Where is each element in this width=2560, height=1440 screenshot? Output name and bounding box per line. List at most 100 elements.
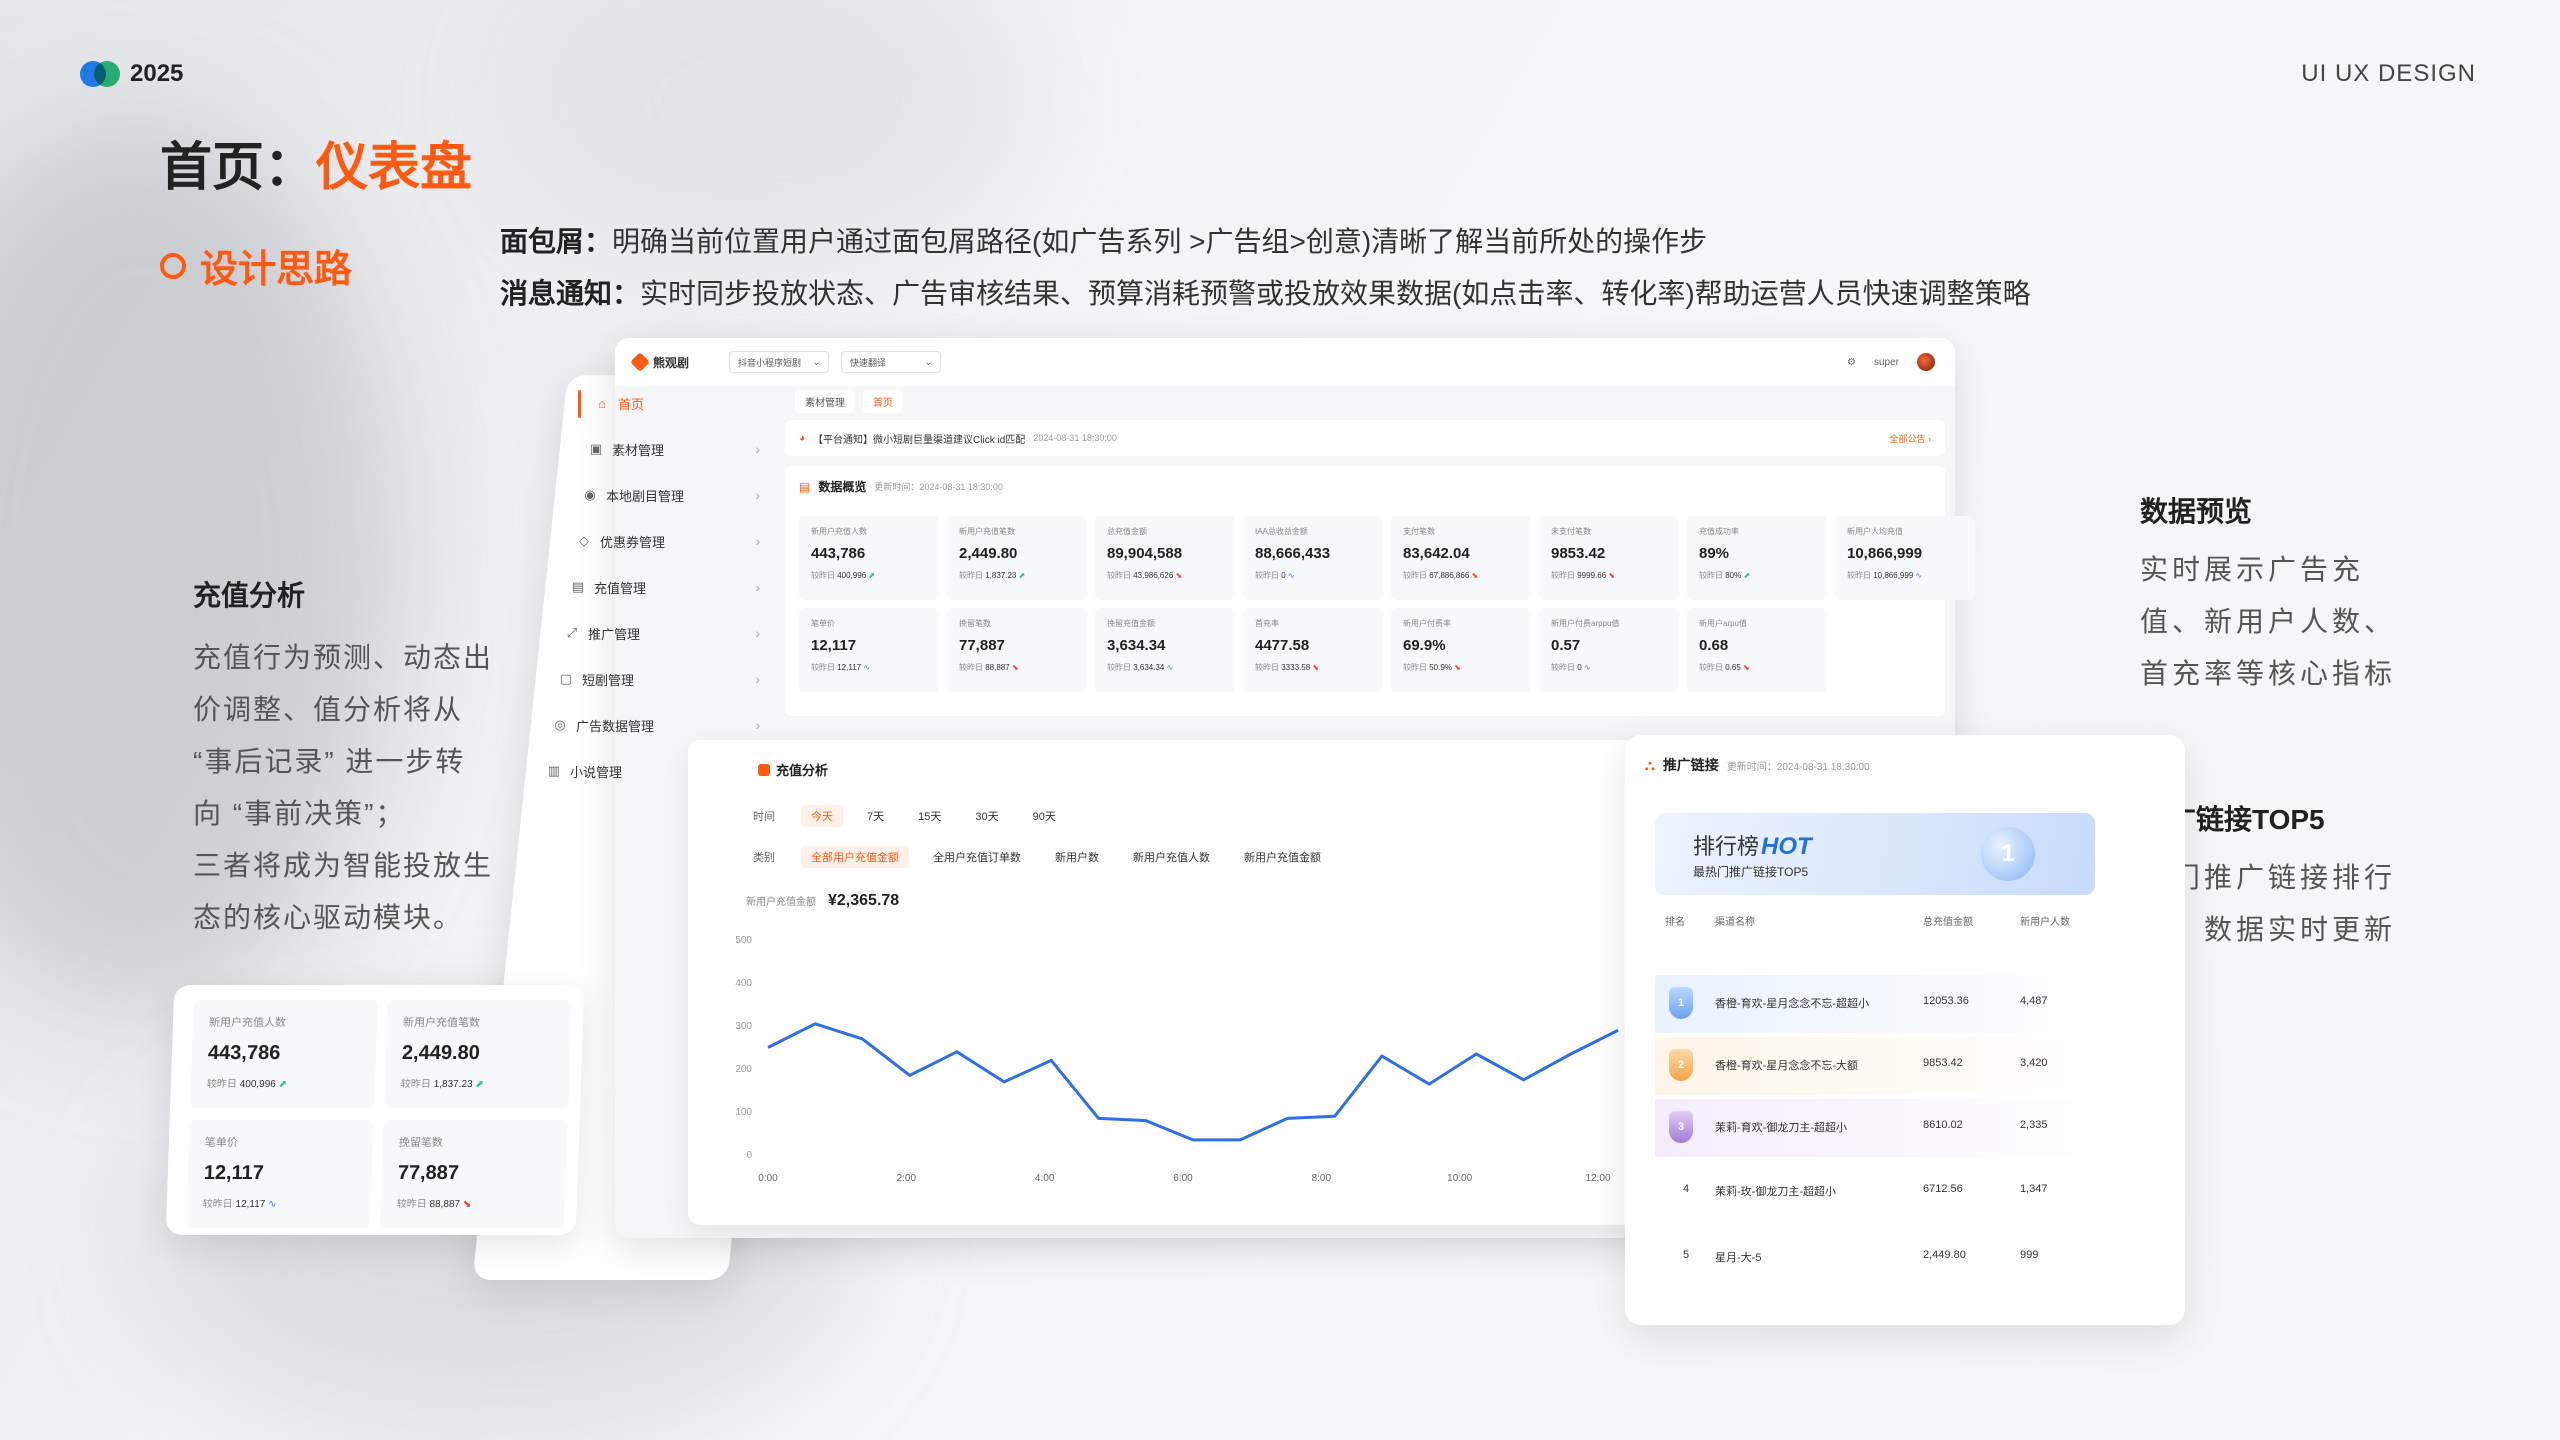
app-select[interactable]: 抖音小程序短剧 ⌄: [729, 351, 830, 373]
notice-time: 2024-08-31 18:30:00: [1033, 433, 1117, 443]
type-option[interactable]: 新用户数: [1045, 846, 1109, 868]
type-option[interactable]: 新用户充值人数: [1123, 846, 1220, 868]
chart-icon: [758, 763, 770, 776]
kpi-compare: 较昨日 88,887 ⬊: [959, 663, 1019, 672]
all-notices-link[interactable]: 全部公告 ›: [1890, 432, 1932, 445]
tab-materials[interactable]: 素材管理: [795, 390, 855, 413]
kpi-card: 总充值金额 89,904,588 较昨日 43,986,626 ⬊: [1095, 516, 1235, 600]
kpi-value: 4477.58: [1255, 637, 1310, 654]
kpi-compare: 较昨日 12,117 ∿: [202, 1199, 277, 1210]
kpi-value: 0.57: [1551, 637, 1581, 654]
kpi-compare: 较昨日 400,996 ⬈: [811, 571, 876, 580]
time-option[interactable]: 90天: [1023, 805, 1066, 827]
app-logo[interactable]: 熊观剧: [630, 352, 689, 372]
sidebar-item-label: 素材管理: [612, 442, 665, 458]
trend-down-icon: ⬊: [1175, 571, 1183, 580]
brand: 2025: [80, 60, 183, 88]
time-option[interactable]: 30天: [965, 805, 1008, 827]
notice-bar[interactable]: ◕ 【平台通知】微小短剧巨量渠道建议Click id匹配 2024-08-31 …: [785, 420, 1945, 456]
chevron-down-icon: ⌄: [924, 356, 933, 367]
sidebar-item[interactable]: ⤢ 推广管理 ›: [540, 610, 780, 656]
sidebar-item[interactable]: ▣ 素材管理 ›: [564, 426, 780, 472]
sidebar-item[interactable]: ◉ 本地剧目管理 ›: [558, 472, 780, 518]
trend-flat-icon: ∿: [863, 663, 871, 672]
tab-bar: 素材管理 首页: [795, 390, 903, 413]
kpi-card: 首充率 4477.58 较昨日 3333.58 ⬊: [1243, 608, 1383, 692]
rank-row[interactable]: 2 香橙-育欢-星月念念不忘-大额 9853.42 3,420: [1655, 1037, 2105, 1095]
mini-kpi-card: 新用户充值人数 443,786 较昨日 400,996 ⬈ 新用户充值笔数 2,449.…: [165, 985, 585, 1235]
kpi-compare: 较昨日 3333.58 ⬊: [1255, 663, 1320, 672]
settings-icon[interactable]: ⚙: [1847, 357, 1856, 368]
overview-icon: ▤: [799, 479, 811, 494]
rank-number: 4: [1682, 1183, 1690, 1195]
kpi-compare: 较昨日 0 ∿: [1255, 571, 1295, 580]
new-users: 999: [2020, 1249, 2039, 1261]
kpi-card: 支付笔数 83,642.04 较昨日 67,886,866 ⬊: [1391, 516, 1531, 600]
chevron-right-icon: ›: [755, 487, 760, 503]
kpi-value: 89%: [1699, 545, 1730, 562]
data-overview: ▤ 数据概览 更新时间：2024-08-31 18:30:00 新用户充值人数 443…: [785, 466, 1975, 716]
kpi-label: 总充值金额: [1107, 527, 1147, 536]
chevron-right-icon: ›: [755, 579, 760, 595]
total-amount: 2,449.80: [1923, 1249, 1966, 1261]
trend-down-icon: ⬊: [1011, 663, 1019, 672]
type-option[interactable]: 全用户充值订单数: [923, 846, 1031, 868]
kpi-value: 0.68: [1699, 637, 1729, 654]
sidebar-item-label: 首页: [618, 396, 645, 412]
y-tick-label: 400: [735, 978, 752, 989]
brand-year: 2025: [130, 60, 184, 87]
kpi-label: 笔单价: [811, 619, 835, 628]
time-option[interactable]: 今天: [801, 805, 843, 827]
new-users: 1,347: [2020, 1183, 2048, 1195]
sidebar-item[interactable]: ▢ 短剧管理 ›: [534, 656, 780, 702]
kpi-card: 未支付笔数 9853.42 较昨日 9999.66 ⬊: [1539, 516, 1679, 600]
kpi-label: 充值成功率: [1699, 527, 1739, 536]
kpi-label: 未支付笔数: [1551, 527, 1591, 536]
sidebar-item-label: 短剧管理: [582, 672, 635, 688]
new-users: 4,487: [2020, 995, 2048, 1007]
kpi-label: 新用户付费率: [1403, 619, 1451, 628]
time-option[interactable]: 15天: [908, 805, 951, 827]
kpi-label: 新用户人均充值: [1847, 527, 1903, 536]
total-amount: 8610.02: [1923, 1119, 1963, 1131]
lang-select[interactable]: 快速翻译 ⌄: [841, 351, 942, 373]
kpi-compare: 较昨日 400,996 ⬈: [206, 1079, 288, 1090]
kpi-compare: 较昨日 1,837.23 ⬈: [959, 571, 1026, 580]
tab-home[interactable]: 首页: [863, 390, 903, 413]
kpi-value: 83,642.04: [1403, 545, 1470, 562]
avatar[interactable]: [1917, 353, 1935, 371]
sidebar-item-label: 优惠券管理: [600, 534, 666, 550]
sidebar-item[interactable]: ⌂ 首页: [570, 380, 780, 426]
left-text: 充值分析 充值行为预测、动态出 价调整、值分析将从 “事后记录” 进一步转 向 …: [193, 580, 494, 933]
rank-medal-icon: 1: [1669, 987, 1693, 1019]
new-users: 2,335: [2020, 1119, 2048, 1131]
type-option[interactable]: 新用户充值金额: [1234, 846, 1331, 868]
kpi-compare: 较昨日 12,117 ∿: [811, 663, 871, 672]
sidebar-item-label: 本地剧目管理: [606, 488, 685, 504]
rank-row[interactable]: 4 茉莉-玫-御龙刀主-超超小 6712.56 1,347: [1655, 1163, 2105, 1221]
rank-row[interactable]: 3 茉莉-育欢-御龙刀主-超超小 8610.02 2,335: [1655, 1099, 2105, 1157]
promo-link-card: ⛬ 推广链接 更新时间：2024-08-31 18:30:00 排行榜 HOT 最热门…: [1625, 735, 2185, 1325]
chevron-right-icon: ›: [755, 441, 760, 457]
type-option[interactable]: 全部用户充值金额: [801, 846, 909, 868]
kpi-label: 新用户充值笔数: [402, 1017, 481, 1029]
recharge-title: 充值分析: [776, 763, 829, 778]
chevron-right-icon: ›: [755, 671, 760, 687]
ring-icon: [160, 252, 186, 279]
notice-text: 【平台通知】微小短剧巨量渠道建议Click id匹配: [813, 434, 1026, 446]
x-tick-label: 6:00: [1173, 1173, 1193, 1184]
kpi-card: 新用户充值笔数 2,449.80 较昨日 1,837.23 ⬈: [947, 516, 1087, 600]
user-name[interactable]: super: [1874, 357, 1899, 368]
channel-name: 星月-大-5: [1715, 1252, 1762, 1264]
hierarchy-icon: ⛬: [1645, 756, 1655, 773]
rank-row[interactable]: 5 星月-大-5 2,449.80 999: [1655, 1229, 2105, 1287]
y-tick-label: 200: [735, 1064, 752, 1075]
y-tick-label: 500: [735, 935, 752, 946]
medal-icon: 1: [1981, 827, 2035, 881]
kpi-label: 新用户充值人数: [811, 527, 867, 536]
time-option[interactable]: 7天: [857, 805, 894, 827]
rank-row[interactable]: 1 香橙-育欢-星月念念不忘-超超小 12053.36 4,487: [1655, 975, 2105, 1033]
trend-flat-icon: ∿: [267, 1199, 277, 1210]
sidebar-item[interactable]: ▤ 充值管理 ›: [546, 564, 780, 610]
sidebar-item[interactable]: ◇ 优惠券管理 ›: [552, 518, 780, 564]
